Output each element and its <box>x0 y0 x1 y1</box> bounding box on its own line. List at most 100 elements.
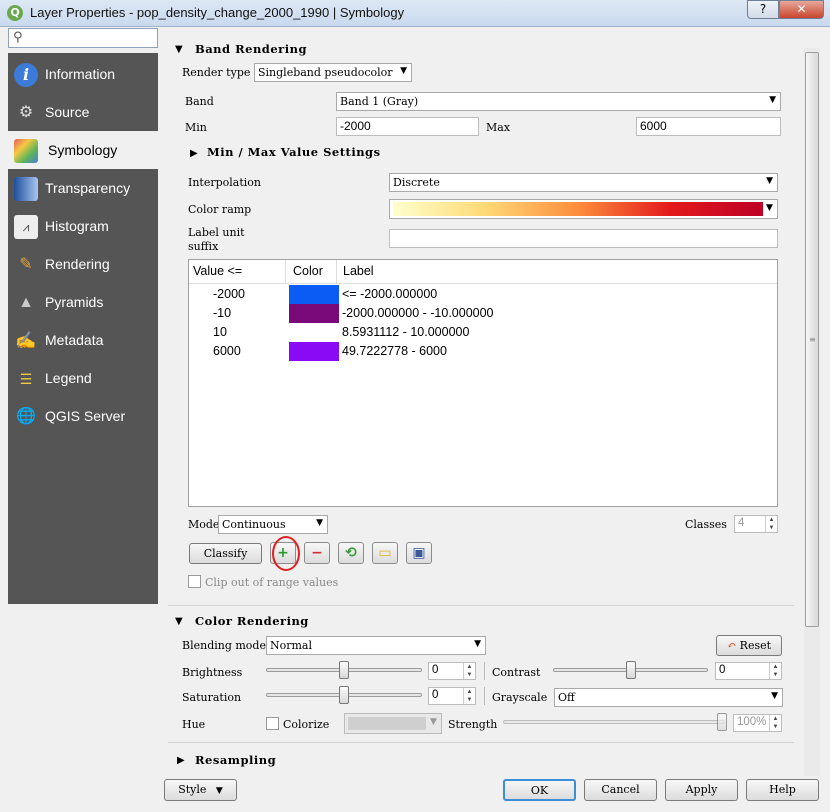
saturation-slider-handle[interactable] <box>339 686 349 704</box>
sidebar-item-metadata[interactable]: ✍ Metadata <box>8 321 158 359</box>
apply-button[interactable]: Apply <box>665 779 738 801</box>
strength-slider-handle[interactable] <box>717 713 727 731</box>
sidebar-item-legend[interactable]: ☰ Legend <box>8 359 158 397</box>
min-label: Min <box>185 121 207 134</box>
save-color-map-button[interactable]: ▣ <box>406 542 432 564</box>
color-ramp-preview <box>393 202 763 216</box>
column-header-label[interactable]: Label <box>343 264 374 278</box>
row-value[interactable]: 10 <box>213 325 227 339</box>
table-row[interactable]: -2000 <= -2000.000000 <box>189 285 777 304</box>
search-icon: ⚲ <box>13 30 23 45</box>
colorize-checkbox[interactable] <box>266 717 279 730</box>
row-label[interactable]: 8.5931112 - 10.000000 <box>342 325 469 339</box>
expand-triangle-icon[interactable]: ▶ <box>177 755 185 766</box>
table-row[interactable]: 10 8.5931112 - 10.000000 <box>189 323 777 342</box>
classify-button[interactable]: Classify <box>189 543 262 564</box>
folder-icon: ▭ <box>378 545 392 561</box>
label-unit-suffix-label: suffix <box>188 240 219 253</box>
min-input[interactable]: -2000 <box>336 117 479 136</box>
contrast-slider-handle[interactable] <box>626 661 636 679</box>
resampling-title[interactable]: Resampling <box>195 753 276 767</box>
reset-button[interactable]: ↶ Reset <box>716 635 782 656</box>
strength-slider-track[interactable] <box>503 720 725 724</box>
spin-arrows-icon[interactable]: ▲ ▼ <box>769 663 781 679</box>
classes-spinbox[interactable]: 4 ▲ ▼ <box>734 515 778 533</box>
grayscale-select[interactable]: Off ▼ <box>554 688 783 707</box>
title-bar: Q Layer Properties - pop_density_change_… <box>0 0 830 27</box>
sidebar-item-histogram[interactable]: ⩘ Histogram <box>8 207 158 245</box>
table-row[interactable]: 6000 49.7222778 - 6000 <box>189 342 777 361</box>
style-menu-button[interactable]: Style ▼ <box>164 779 237 801</box>
classes-label: Classes <box>685 518 727 531</box>
window-close-button[interactable]: ✕ <box>779 0 824 19</box>
row-color-swatch[interactable] <box>289 285 339 304</box>
row-value[interactable]: 6000 <box>213 344 241 358</box>
spin-arrows-icon[interactable]: ▲ ▼ <box>769 715 781 731</box>
expand-triangle-icon[interactable]: ▶ <box>190 148 198 159</box>
brightness-slider-handle[interactable] <box>339 661 349 679</box>
strength-spinbox[interactable]: 100% ▲ ▼ <box>733 714 782 732</box>
table-row[interactable]: -10 -2000.000000 - -10.000000 <box>189 304 777 323</box>
clip-checkbox[interactable] <box>188 575 201 588</box>
band-select[interactable]: Band 1 (Gray) ▼ <box>336 92 781 111</box>
color-rendering-title: Color Rendering <box>195 614 309 628</box>
load-color-map-button[interactable]: ▭ <box>372 542 398 564</box>
row-value[interactable]: -10 <box>213 306 231 320</box>
cancel-button[interactable]: Cancel <box>584 779 657 801</box>
remove-class-button[interactable]: − <box>304 542 330 564</box>
sidebar-search-input[interactable]: ⚲ <box>8 28 158 48</box>
sidebar-item-information[interactable]: i Information <box>8 55 158 93</box>
row-color-swatch[interactable] <box>289 323 339 342</box>
chevron-down-icon: ▼ <box>771 691 778 701</box>
row-value[interactable]: -2000 <box>213 287 245 301</box>
row-label[interactable]: 49.7222778 - 6000 <box>342 344 447 358</box>
pyramids-icon: ▲ <box>18 294 34 311</box>
collapse-triangle-icon[interactable]: ▼ <box>175 44 183 55</box>
row-color-swatch[interactable] <box>289 304 339 323</box>
ok-button[interactable]: OK <box>503 779 576 801</box>
scrollbar-thumb[interactable]: ≡ <box>805 52 819 627</box>
sidebar-item-rendering[interactable]: ✎ Rendering <box>8 245 158 283</box>
brightness-spinbox[interactable]: 0 ▲ ▼ <box>428 662 476 680</box>
color-ramp-label: Color ramp <box>188 203 252 216</box>
minmax-settings-title[interactable]: Min / Max Value Settings <box>207 145 381 159</box>
sidebar-item-label: Histogram <box>45 218 109 234</box>
spin-arrows-icon[interactable]: ▲ ▼ <box>463 663 475 679</box>
sidebar-item-symbology[interactable]: Symbology <box>8 131 158 169</box>
window-help-button[interactable]: ? <box>747 0 779 19</box>
sidebar-item-pyramids[interactable]: ▲ Pyramids <box>8 283 158 321</box>
strength-label: Strength <box>448 718 498 731</box>
mode-select[interactable]: Continuous ▼ <box>218 515 328 534</box>
render-type-select[interactable]: Singleband pseudocolor ▼ <box>254 63 412 82</box>
colorize-color-button[interactable]: ▼ <box>344 713 442 734</box>
sidebar-item-transparency[interactable]: Transparency <box>8 169 158 207</box>
saturation-spinbox[interactable]: 0 ▲ ▼ <box>428 687 476 705</box>
spin-arrows-icon[interactable]: ▲ ▼ <box>765 516 777 532</box>
vertical-scrollbar[interactable]: ≡ <box>804 48 820 776</box>
row-color-swatch[interactable] <box>289 342 339 361</box>
chevron-down-icon: ▼ <box>474 639 481 649</box>
sidebar-item-source[interactable]: ⚙ Source <box>8 93 158 131</box>
row-label[interactable]: <= -2000.000000 <box>342 287 437 301</box>
reverse-order-button[interactable]: ⟲ <box>338 542 364 564</box>
row-label[interactable]: -2000.000000 - -10.000000 <box>342 306 494 320</box>
blending-mode-select[interactable]: Normal ▼ <box>266 636 486 655</box>
column-header-value[interactable]: Value <= <box>193 264 242 278</box>
color-ramp-select[interactable]: ▼ <box>389 199 778 219</box>
sidebar-item-label: Symbology <box>48 142 118 158</box>
band-rendering-title: Band Rendering <box>195 42 307 56</box>
interpolation-select[interactable]: Discrete ▼ <box>389 173 778 192</box>
spin-arrows-icon[interactable]: ▲ ▼ <box>463 688 475 704</box>
collapse-triangle-icon[interactable]: ▼ <box>175 616 183 627</box>
help-button[interactable]: Help <box>746 779 819 801</box>
label-unit-suffix-input[interactable] <box>389 229 778 248</box>
band-value: Band 1 (Gray) <box>340 95 419 108</box>
refresh-icon: ⟲ <box>345 545 357 561</box>
max-input[interactable]: 6000 <box>636 117 781 136</box>
column-header-color[interactable]: Color <box>293 264 323 278</box>
sidebar-item-label: Source <box>45 104 90 120</box>
sidebar-item-qgis-server[interactable]: 🌐 QGIS Server <box>8 397 158 435</box>
classes-value: 4 <box>738 517 745 529</box>
contrast-spinbox[interactable]: 0 ▲ ▼ <box>715 662 782 680</box>
rendering-icon: ✎ <box>19 256 33 273</box>
